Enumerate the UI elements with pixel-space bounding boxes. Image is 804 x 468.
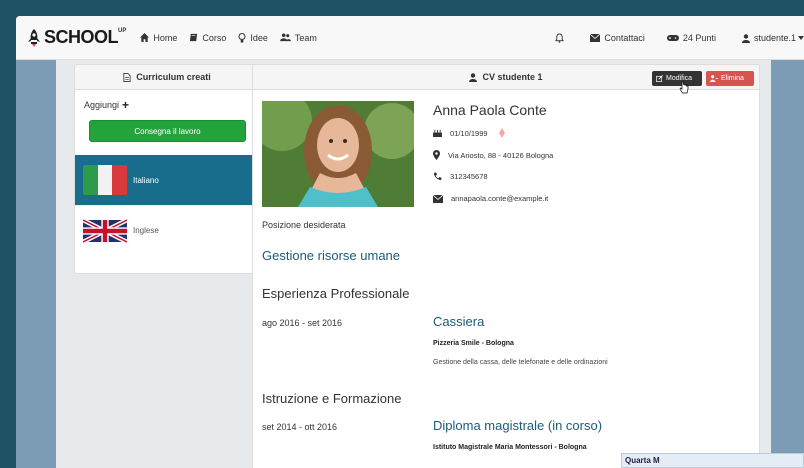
app-screen: SCHOOL UP Home Corso Idee Team Contattaci bbox=[16, 16, 804, 468]
education-section-title: Istruzione e Formazione bbox=[262, 391, 402, 406]
envelope-icon bbox=[433, 194, 443, 203]
portrait-image bbox=[262, 101, 414, 207]
language-item-inglese[interactable]: Inglese bbox=[75, 205, 259, 255]
phone-row: 312345678 bbox=[433, 172, 488, 181]
address-row: Via Ariosto, 88 - 40126 Bologna bbox=[433, 150, 553, 160]
lightbulb-icon bbox=[238, 32, 246, 42]
nav-punti[interactable]: 24 Punti bbox=[666, 33, 716, 43]
education-dates: set 2014 - ott 2016 bbox=[262, 422, 338, 432]
language-label-inglese: Inglese bbox=[133, 226, 159, 235]
profile-photo bbox=[262, 101, 414, 207]
user-icon bbox=[741, 33, 750, 43]
brand-name: SCHOOL bbox=[44, 27, 119, 47]
position-value: Gestione risorse umane bbox=[262, 248, 401, 263]
caret-down-icon bbox=[798, 36, 804, 40]
page-gutter-left bbox=[16, 60, 56, 468]
email-value: annapaola.conte@example.it bbox=[451, 194, 549, 203]
education-institute: Istituto Magistrale Maria Montessori - B… bbox=[433, 444, 587, 451]
italy-flag-icon bbox=[83, 165, 127, 195]
add-cv-button[interactable]: Aggiungi + bbox=[75, 90, 259, 112]
experience-company: Pizzeria Smile - Bologna bbox=[433, 340, 514, 347]
nav-idee[interactable]: Idee bbox=[238, 32, 268, 43]
birthdate-row: 01/10/1999 bbox=[433, 128, 514, 138]
home-icon bbox=[140, 33, 150, 42]
cv-detail-panel: CV studente 1 Modifica Elimina Anna Paol… bbox=[252, 64, 760, 468]
experience-section-title: Esperienza Professionale bbox=[262, 286, 410, 301]
birthdate-value: 01/10/1999 bbox=[450, 128, 488, 138]
phone-value: 312345678 bbox=[450, 172, 488, 181]
user-icon bbox=[469, 72, 478, 82]
female-icon bbox=[498, 128, 505, 138]
edit-icon bbox=[656, 75, 663, 82]
language-item-italiano[interactable]: Italiano bbox=[75, 155, 259, 205]
plus-icon: + bbox=[122, 98, 130, 112]
map-marker-icon bbox=[433, 150, 440, 160]
address-value: Via Ariosto, 88 - 40126 Bologna bbox=[448, 150, 554, 160]
education-title: Diploma magistrale (in corso) bbox=[433, 418, 603, 433]
user-menu[interactable]: studente.1 bbox=[741, 33, 804, 43]
user-menu-label: studente.1 bbox=[753, 33, 796, 43]
gamepad-icon bbox=[666, 35, 679, 41]
nav-idee-label: Idee bbox=[250, 32, 268, 43]
bell-icon bbox=[555, 33, 565, 43]
mouse-cursor-icon bbox=[679, 81, 689, 94]
envelope-icon bbox=[590, 34, 601, 42]
top-navbar: SCHOOL UP Home Corso Idee Team Contattaci bbox=[16, 16, 804, 60]
brand-superscript: UP bbox=[118, 27, 127, 34]
submit-work-button[interactable]: Consegna il lavoro bbox=[89, 120, 246, 142]
email-row: annapaola.conte@example.it bbox=[433, 194, 548, 203]
delete-cv-button[interactable]: Elimina bbox=[706, 71, 754, 86]
nav-home[interactable]: Home bbox=[140, 33, 177, 43]
rocket-icon bbox=[28, 28, 40, 47]
delete-cv-label: Elimina bbox=[721, 75, 744, 82]
user-remove-icon bbox=[710, 75, 718, 82]
navbar-right: Contattaci 24 Punti studente.1 bbox=[555, 16, 804, 60]
page-gutter-right bbox=[771, 60, 804, 468]
nav-corso-label: Corso bbox=[202, 32, 227, 43]
nav-corso[interactable]: Corso bbox=[189, 33, 226, 43]
users-icon bbox=[280, 33, 291, 42]
candidate-name: Anna Paola Conte bbox=[433, 102, 547, 118]
class-tooltip[interactable]: Quarta M bbox=[621, 453, 804, 468]
file-icon bbox=[123, 72, 131, 82]
experience-job-title: Cassiera bbox=[433, 314, 485, 329]
nav-contattaci[interactable]: Contattaci bbox=[590, 33, 645, 43]
notifications-button[interactable] bbox=[555, 33, 568, 43]
nav-punti-label: 24 Punti bbox=[682, 33, 716, 43]
edit-cv-button[interactable]: Modifica bbox=[652, 71, 702, 86]
brand-logo[interactable]: SCHOOL UP bbox=[26, 27, 126, 48]
cake-icon bbox=[433, 129, 442, 137]
cv-list-panel: Curriculum creati Aggiungi + Consegna il… bbox=[74, 64, 260, 274]
nav-home-label: Home bbox=[153, 32, 178, 43]
nav-contattaci-label: Contattaci bbox=[604, 33, 645, 43]
cv-detail-title: CV studente 1 bbox=[482, 72, 543, 82]
cv-list-title: Curriculum creati bbox=[136, 72, 211, 82]
nav-team-label: Team bbox=[294, 32, 317, 43]
experience-dates: ago 2016 - set 2016 bbox=[262, 318, 343, 328]
phone-icon bbox=[433, 172, 442, 181]
experience-description: Gestione della cassa, delle telefonate e… bbox=[433, 359, 608, 366]
cv-list-header: Curriculum creati bbox=[75, 65, 259, 90]
add-cv-label: Aggiungi bbox=[84, 100, 120, 110]
book-icon bbox=[190, 33, 198, 42]
position-label: Posizione desiderata bbox=[262, 220, 346, 230]
uk-flag-icon bbox=[83, 217, 127, 244]
nav-team[interactable]: Team bbox=[280, 33, 317, 43]
language-label-italiano: Italiano bbox=[133, 175, 159, 185]
